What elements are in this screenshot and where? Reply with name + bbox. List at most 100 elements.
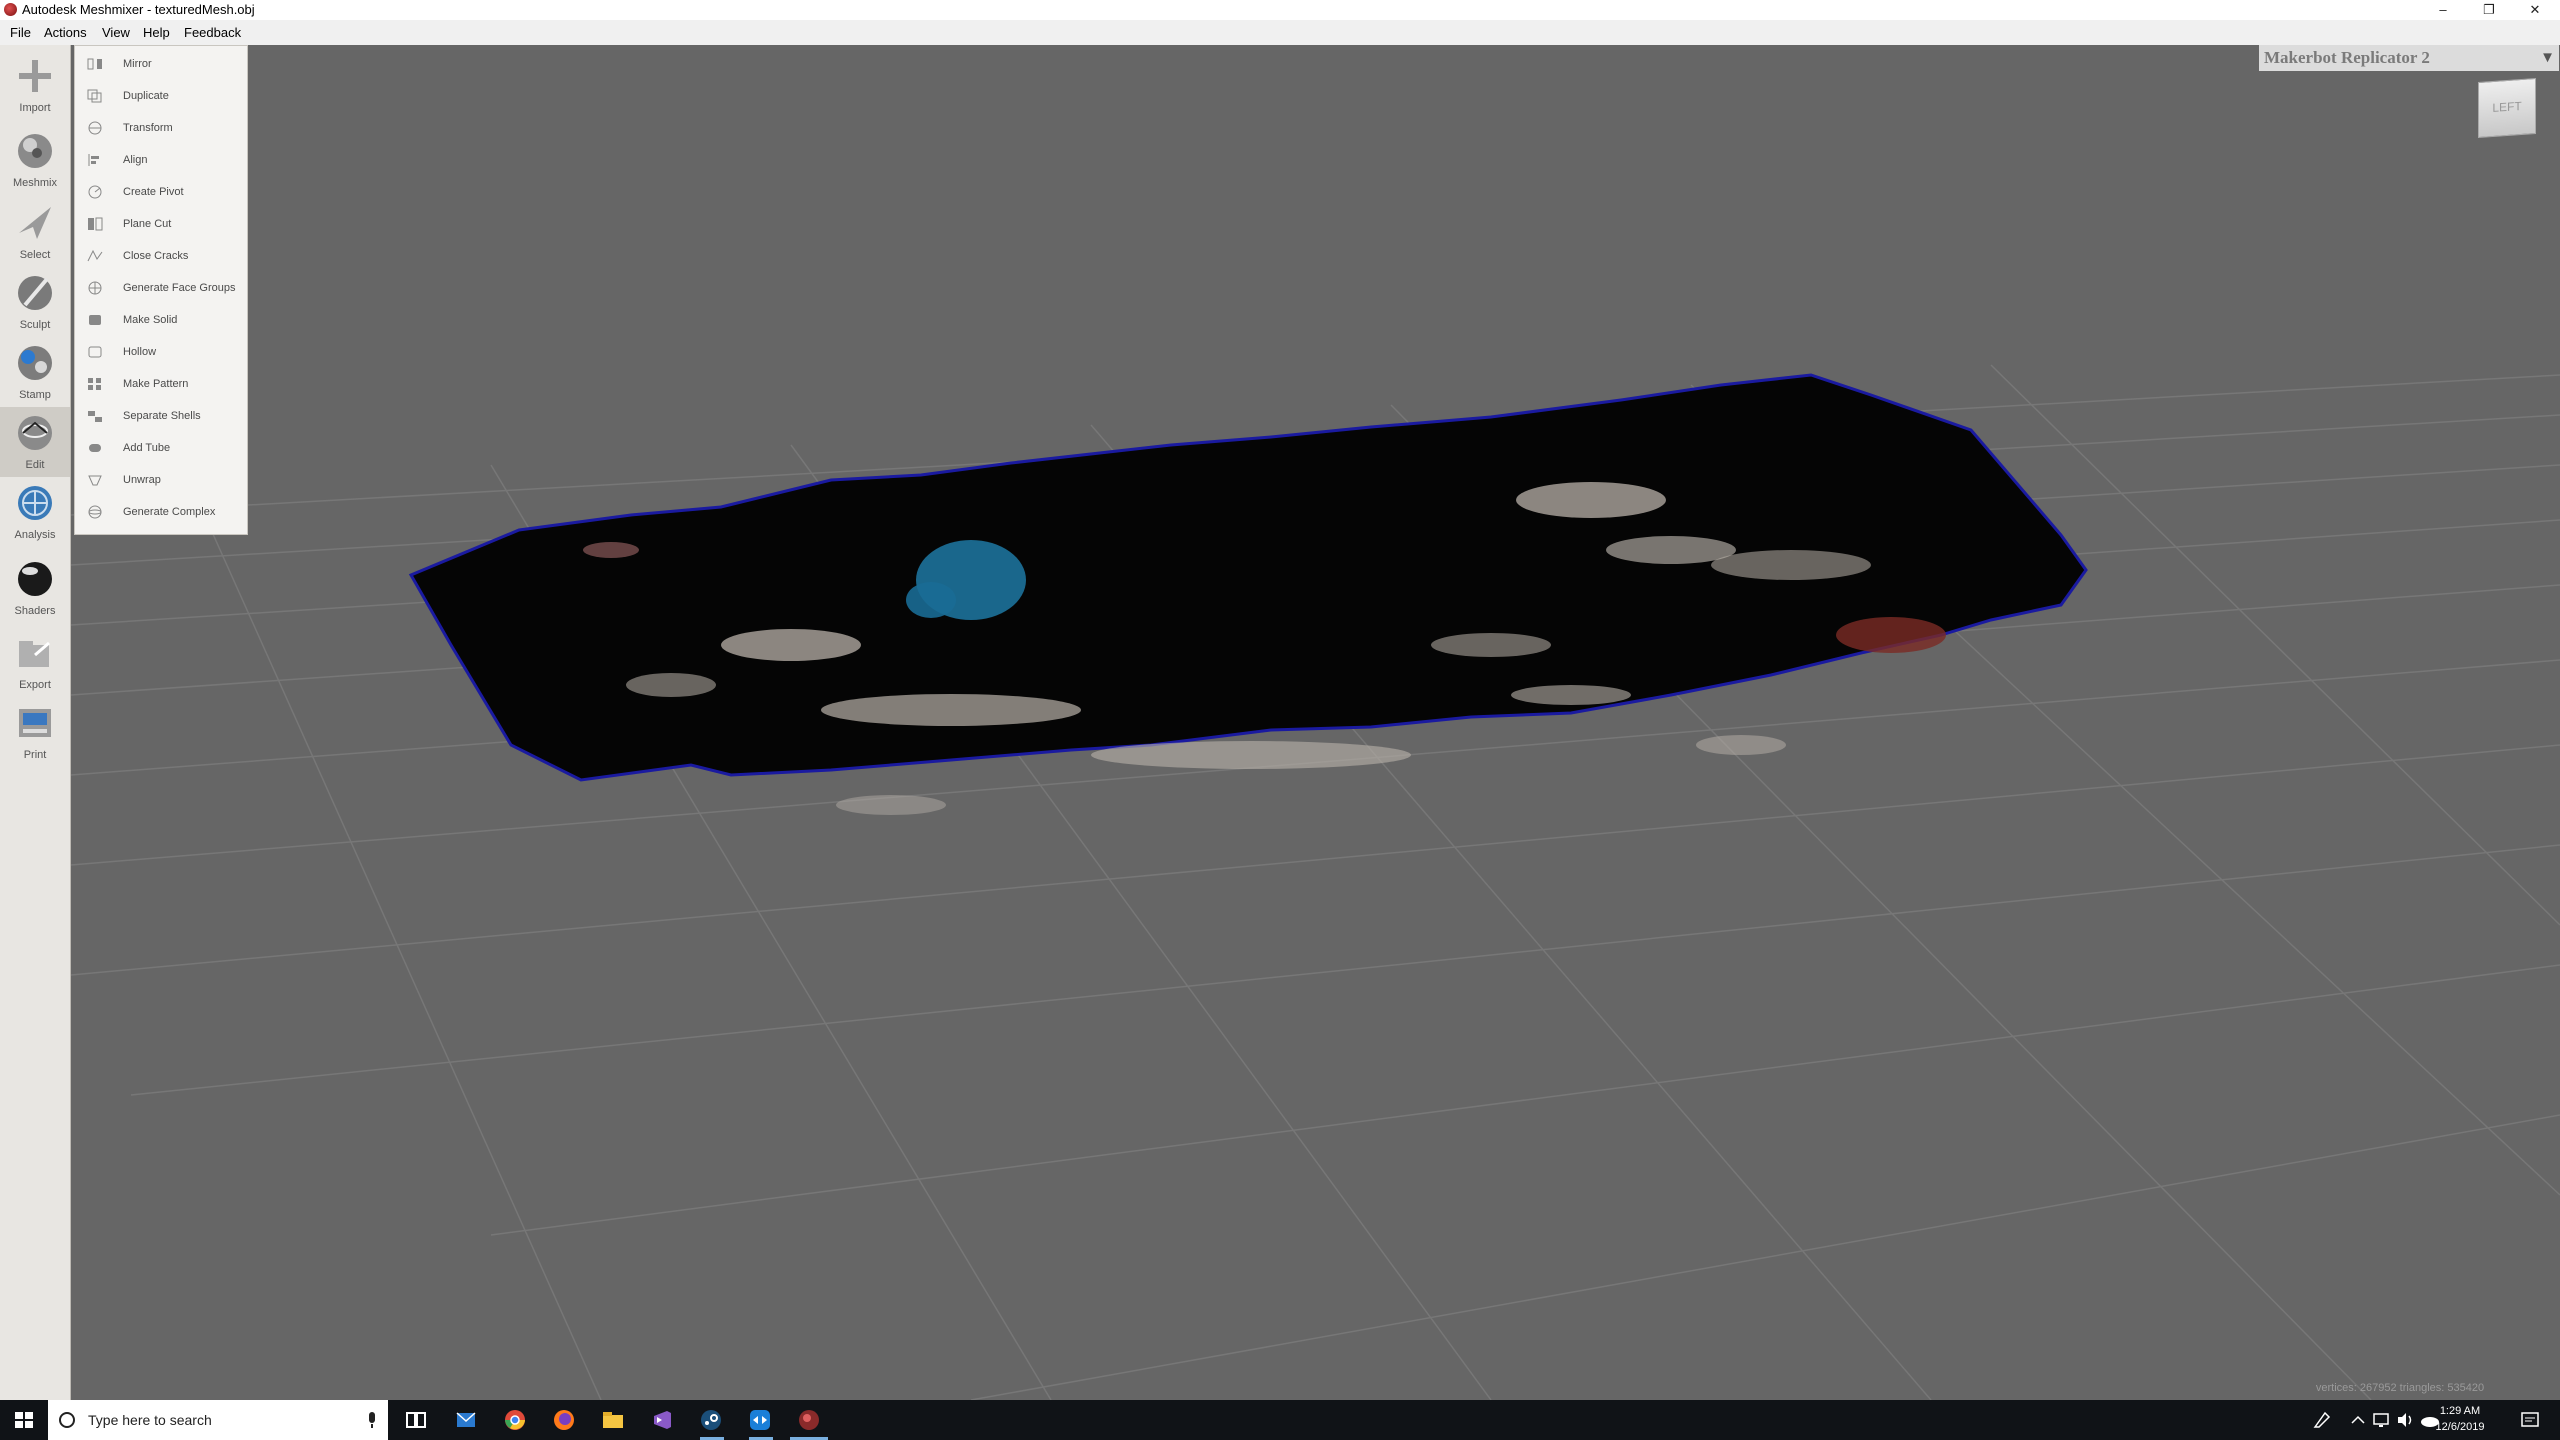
tool-edit[interactable]: Edit <box>0 407 70 477</box>
tool-label: Export <box>19 679 51 691</box>
hollow-icon <box>87 345 103 359</box>
menu-help[interactable]: Help <box>141 20 172 45</box>
notification-icon[interactable] <box>2518 1408 2542 1432</box>
menu-bar: File Actions View Help Feedback <box>0 20 2560 45</box>
menu-item-duplicate[interactable]: Duplicate <box>75 80 247 112</box>
close-button[interactable]: ✕ <box>2512 0 2558 20</box>
menu-item-make-pattern[interactable]: Make Pattern <box>75 368 247 400</box>
visual-studio-icon[interactable] <box>650 1408 674 1432</box>
mesh-stats: vertices: 267952 triangles: 535420 <box>2315 1382 2485 1394</box>
menu-item-label: Make Pattern <box>123 378 189 390</box>
menu-feedback[interactable]: Feedback <box>182 20 243 45</box>
tool-sculpt[interactable]: Sculpt <box>0 267 70 337</box>
menu-item-label: Unwrap <box>123 474 161 486</box>
firefox-icon[interactable] <box>552 1408 576 1432</box>
tool-label: Edit <box>25 459 45 471</box>
menu-item-mirror[interactable]: Mirror <box>75 48 247 80</box>
chevron-down-icon: ▼ <box>2540 50 2555 66</box>
menu-item-create-pivot[interactable]: Create Pivot <box>75 176 247 208</box>
menu-item-hollow[interactable]: Hollow <box>75 336 247 368</box>
3d-viewport[interactable] <box>71 45 2560 1400</box>
maximize-button[interactable]: ❐ <box>2466 0 2512 20</box>
menu-item-unwrap[interactable]: Unwrap <box>75 464 247 496</box>
tool-print[interactable]: Print <box>0 697 70 767</box>
view-cube-face-label: LEFT <box>2492 98 2522 116</box>
teamviewer-icon[interactable] <box>748 1408 772 1432</box>
menu-item-label: Create Pivot <box>123 186 184 198</box>
tool-export[interactable]: Export <box>0 627 70 697</box>
windows-start-icon[interactable] <box>12 1408 36 1432</box>
menu-item-separate-shells[interactable]: Separate Shells <box>75 400 247 432</box>
clock-date: 12/6/2019 <box>2435 1421 2485 1433</box>
printer-name: Makerbot Replicator 2 <box>2264 48 2430 67</box>
duplicate-icon <box>87 89 103 103</box>
tool-select[interactable]: Select <box>0 197 70 267</box>
minimize-button[interactable]: – <box>2420 0 2466 20</box>
make-solid-icon <box>87 313 103 327</box>
separate-shells-icon <box>87 409 103 423</box>
menu-item-close-cracks[interactable]: Close Cracks <box>75 240 247 272</box>
menu-item-add-tube[interactable]: Add Tube <box>75 432 247 464</box>
menu-item-label: Hollow <box>123 346 157 358</box>
chrome-icon[interactable] <box>503 1408 527 1432</box>
menu-view[interactable]: View <box>100 20 132 45</box>
title-bar: Autodesk Meshmixer - texturedMesh.obj – … <box>0 0 2560 20</box>
stamp-icon <box>18 346 52 380</box>
window-title: Autodesk Meshmixer - texturedMesh.obj <box>22 2 255 17</box>
menu-item-label: Make Solid <box>123 314 178 326</box>
chevron-up-icon[interactable] <box>2346 1408 2370 1432</box>
face-groups-icon <box>87 281 103 295</box>
transform-icon <box>87 121 103 135</box>
printer-icon <box>19 709 51 737</box>
tool-label: Analysis <box>14 529 56 541</box>
shader-ball-icon <box>18 562 52 596</box>
menu-item-label: Close Cracks <box>123 250 189 262</box>
pen-workspace-icon[interactable] <box>2310 1408 2334 1432</box>
tool-label: Meshmix <box>12 177 57 189</box>
menu-item-label: Generate Face Groups <box>123 282 236 294</box>
tool-label: Stamp <box>19 389 51 401</box>
search-placeholder: Type here to search <box>88 1412 212 1428</box>
task-view-icon[interactable] <box>404 1408 428 1432</box>
add-tube-icon <box>87 441 103 455</box>
tool-meshmix[interactable]: Meshmix <box>0 125 70 195</box>
tool-label: Shaders <box>14 605 56 617</box>
menu-item-transform[interactable]: Transform <box>75 112 247 144</box>
steam-icon[interactable] <box>699 1408 723 1432</box>
search-icon <box>59 1412 75 1428</box>
tool-analysis[interactable]: Analysis <box>0 477 70 547</box>
plane-cut-icon <box>87 217 103 231</box>
menu-item-label: Generate Complex <box>123 506 216 518</box>
brush-icon <box>18 276 52 310</box>
taskbar-search-box[interactable]: Type here to search <box>48 1400 388 1440</box>
network-icon[interactable] <box>2370 1408 2394 1432</box>
microphone-icon[interactable] <box>366 1411 378 1429</box>
meshmixer-taskbar-icon[interactable] <box>797 1408 821 1432</box>
meshmixer-app-icon <box>4 3 17 16</box>
tool-import[interactable]: Import <box>0 50 70 120</box>
arrow-cursor-icon <box>19 207 51 239</box>
menu-actions[interactable]: Actions <box>42 20 89 45</box>
analysis-icon <box>18 486 52 520</box>
view-cube[interactable]: LEFT <box>2478 77 2536 139</box>
menu-item-make-solid[interactable]: Make Solid <box>75 304 247 336</box>
file-explorer-icon[interactable] <box>601 1408 625 1432</box>
menu-item-generate-complex[interactable]: Generate Complex <box>75 496 247 528</box>
volume-icon[interactable] <box>2394 1408 2418 1432</box>
tool-label: Print <box>23 749 47 761</box>
menu-item-label: Transform <box>123 122 173 134</box>
unwrap-icon <box>87 473 103 487</box>
menu-item-generate-face-groups[interactable]: Generate Face Groups <box>75 272 247 304</box>
plus-icon <box>19 60 51 92</box>
printer-dropdown[interactable]: Makerbot Replicator 2 ▼ <box>2259 45 2559 71</box>
tool-shaders[interactable]: Shaders <box>0 553 70 623</box>
menu-file[interactable]: File <box>8 20 33 45</box>
mirror-icon <box>87 57 103 71</box>
outlook-icon[interactable] <box>454 1408 478 1432</box>
menu-item-label: Plane Cut <box>123 218 172 230</box>
tool-stamp[interactable]: Stamp <box>0 337 70 407</box>
taskbar-clock[interactable]: 1:29 AM 12/6/2019 <box>2430 1403 2490 1435</box>
pivot-icon <box>87 185 103 199</box>
menu-item-align[interactable]: Align <box>75 144 247 176</box>
menu-item-plane-cut[interactable]: Plane Cut <box>75 208 247 240</box>
